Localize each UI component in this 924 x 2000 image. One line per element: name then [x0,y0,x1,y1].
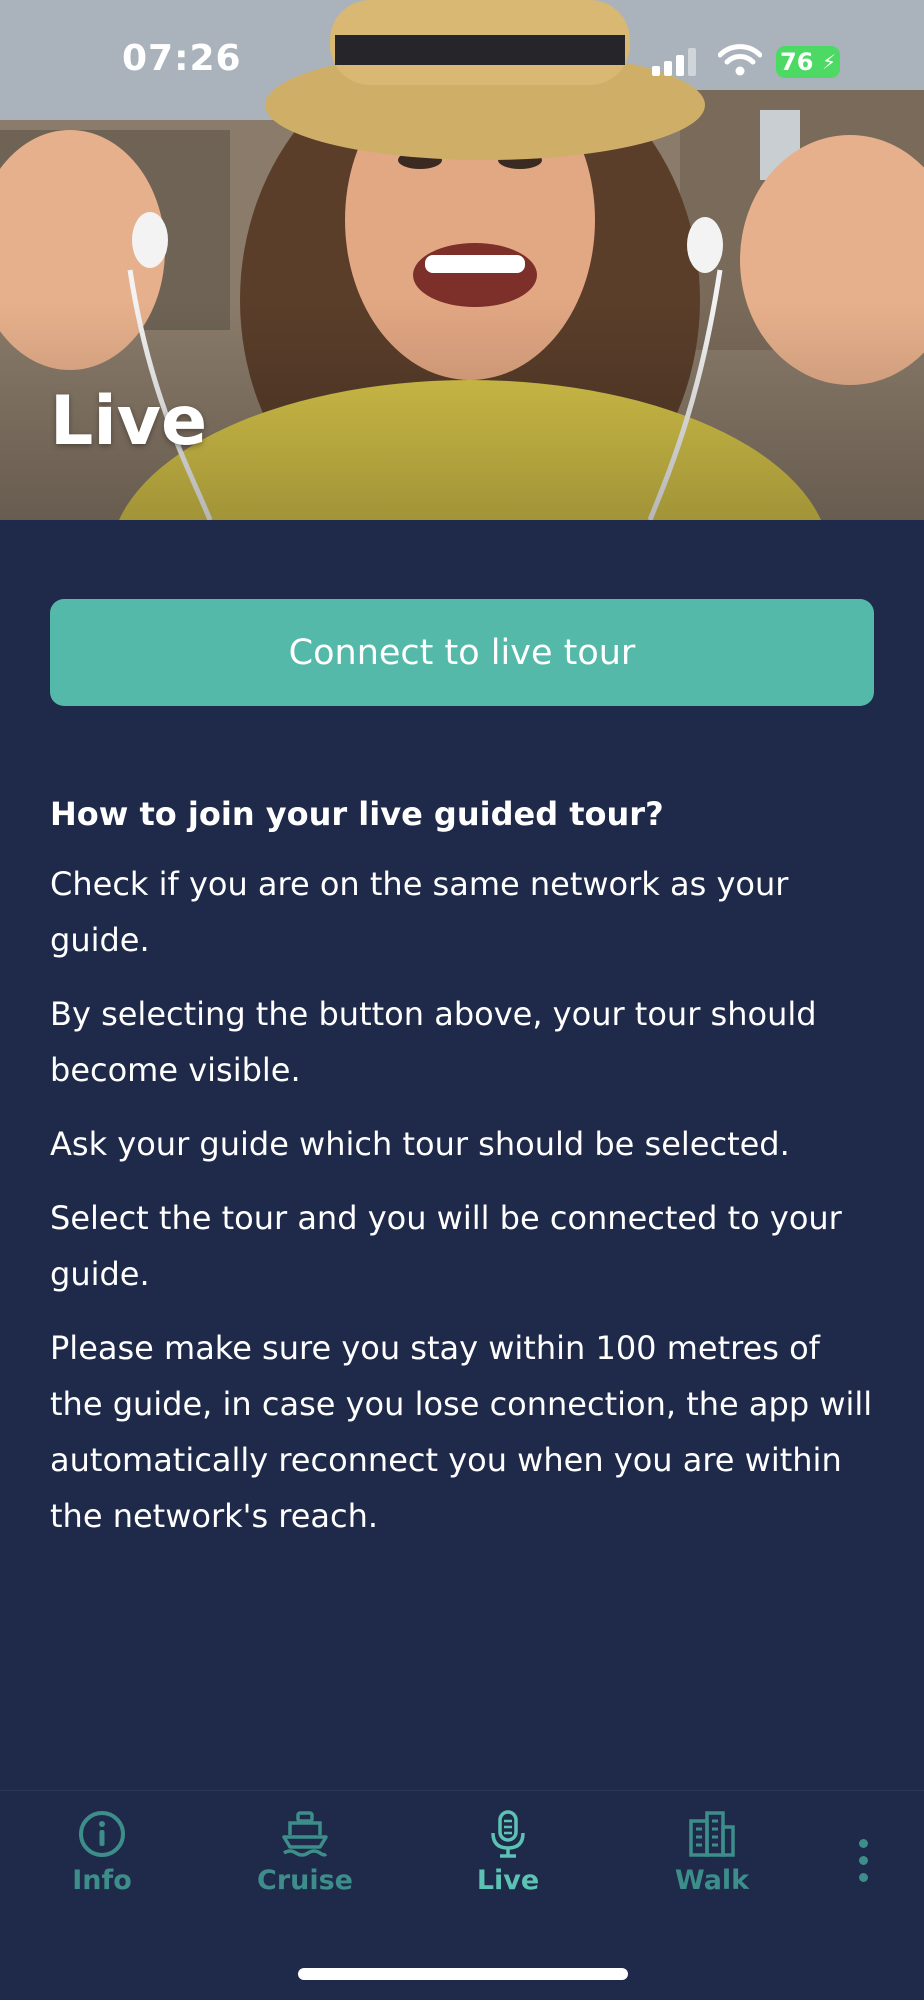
tab-cruise[interactable]: Cruise [225,1809,385,1909]
page-title: Live [50,382,208,461]
instruction-paragraph: Please make sure you stay within 100 met… [50,1329,873,1535]
status-time: 07:26 [122,38,242,79]
instruction-paragraph: Ask your guide which tour should be sele… [50,1125,790,1163]
tab-label: Info [72,1865,132,1896]
buildings-icon [689,1811,735,1857]
instruction-paragraph: Check if you are on the same network as … [50,865,789,959]
instructions-heading: How to join your live guided tour? [50,795,664,833]
ship-icon [282,1811,328,1857]
tab-label: Cruise [257,1865,353,1896]
microphone-icon [491,1810,525,1858]
info-icon [79,1811,125,1857]
instruction-paragraph: Select the tour and you will be connecte… [50,1199,842,1293]
more-vertical-icon[interactable] [848,1839,878,1899]
charging-bolt-icon: ⚡ [821,50,836,74]
instruction-paragraph: By selecting the button above, your tour… [50,995,817,1089]
cellular-signal-icon [652,48,702,76]
wifi-icon [718,44,762,76]
battery-level: 76 [780,48,814,76]
hero-banner: 07:26 76 ⚡ Live [0,0,924,520]
tab-walk[interactable]: Walk [632,1809,792,1909]
tab-info[interactable]: Info [22,1809,182,1909]
tab-label: Walk [674,1865,750,1896]
home-indicator [298,1968,628,1980]
tab-label: Live [476,1865,540,1896]
join-instructions: How to join your live guided tour? Check… [50,790,874,1562]
connect-live-tour-button[interactable]: Connect to live tour [50,599,874,706]
status-bar: 07:26 76 ⚡ [0,0,924,120]
tab-live[interactable]: Live [428,1809,588,1909]
battery-icon: 76 ⚡ [776,46,840,78]
